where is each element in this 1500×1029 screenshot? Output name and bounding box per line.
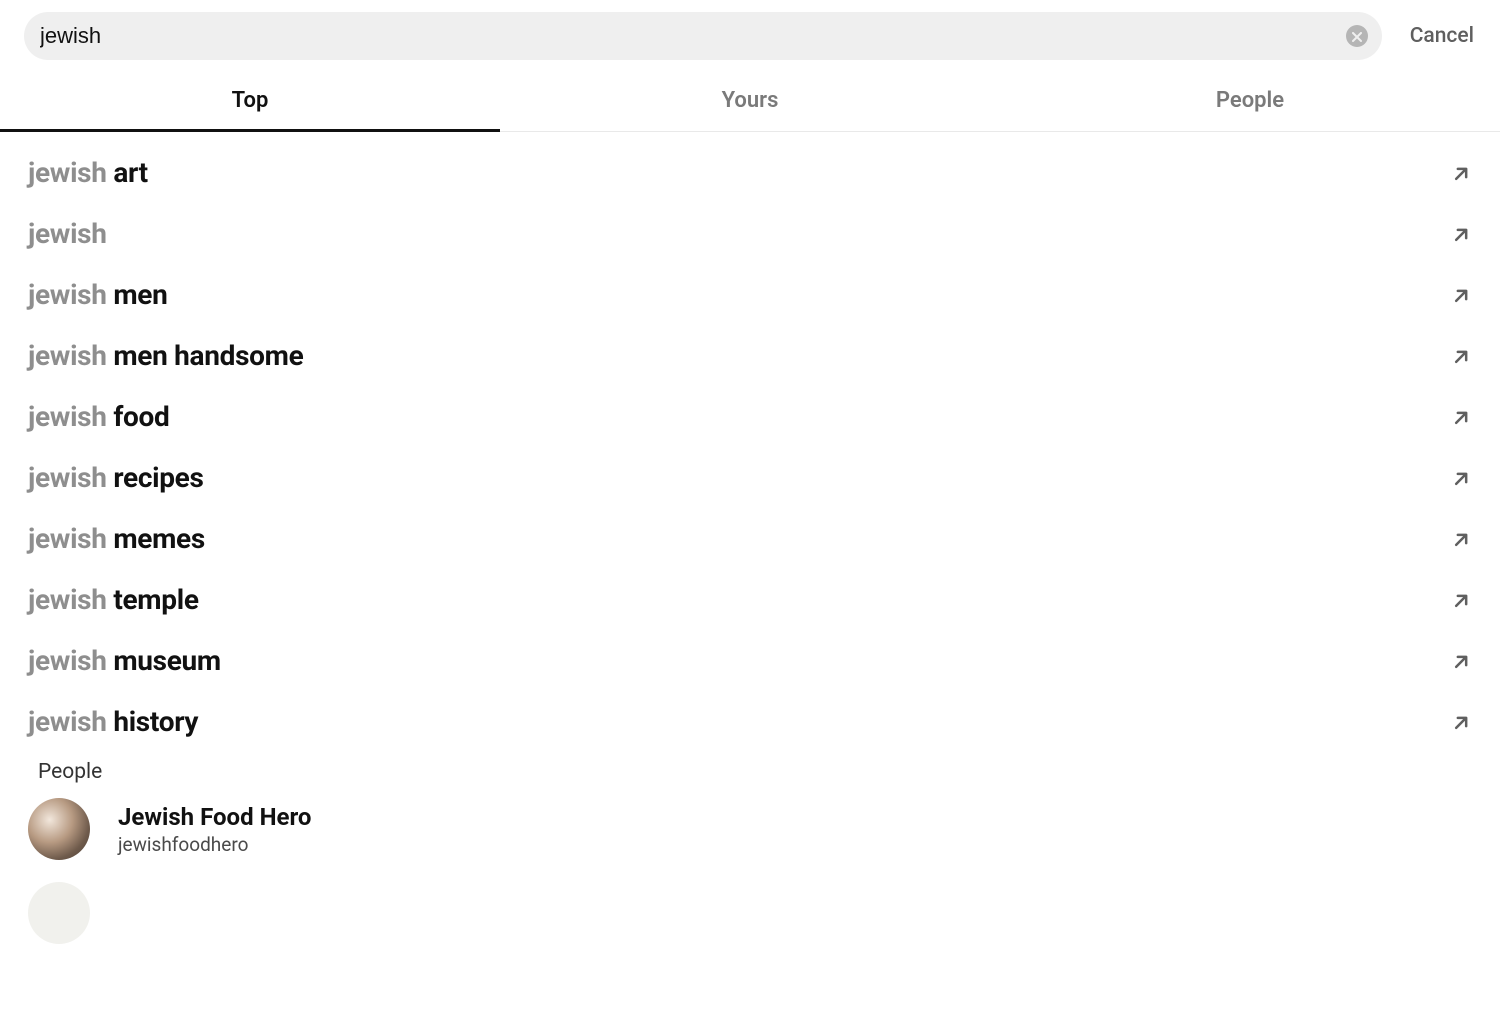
suggestions-list: jewish artjewishjewish menjewish men han… xyxy=(0,132,1500,752)
suggestion-text: jewish recipes xyxy=(28,461,204,494)
arrow-up-left-icon[interactable] xyxy=(1452,285,1472,305)
suggestion-completion: art xyxy=(107,156,148,189)
tab-yours[interactable]: Yours xyxy=(500,74,1000,131)
arrow-up-left-icon[interactable] xyxy=(1452,590,1472,610)
suggestion-text: jewish museum xyxy=(28,644,221,677)
arrow-up-left-icon[interactable] xyxy=(1452,346,1472,366)
suggestion-completion: food xyxy=(107,400,170,433)
suggestion-item[interactable]: jewish men xyxy=(0,264,1500,325)
suggestion-prefix: jewish xyxy=(28,522,107,555)
people-heading: People xyxy=(38,760,1500,784)
person-result[interactable]: Jewish Food Hero jewishfoodhero xyxy=(38,798,1500,860)
search-tabs: Top Yours People xyxy=(0,74,1500,132)
suggestion-prefix: jewish xyxy=(28,705,107,738)
tab-top[interactable]: Top xyxy=(0,74,500,131)
avatar xyxy=(28,882,90,944)
arrow-up-left-icon[interactable] xyxy=(1452,163,1472,183)
cancel-button[interactable]: Cancel xyxy=(1394,24,1490,48)
suggestion-completion: temple xyxy=(107,583,199,616)
arrow-up-left-icon[interactable] xyxy=(1452,407,1472,427)
suggestion-completion: men xyxy=(107,278,168,311)
suggestion-prefix: jewish xyxy=(28,339,107,372)
suggestion-prefix: jewish xyxy=(28,583,107,616)
suggestion-prefix: jewish xyxy=(28,217,107,250)
suggestion-completion: recipes xyxy=(107,461,204,494)
suggestion-text: jewish food xyxy=(28,400,170,433)
suggestion-item[interactable]: jewish art xyxy=(0,142,1500,203)
arrow-up-left-icon[interactable] xyxy=(1452,529,1472,549)
suggestion-prefix: jewish xyxy=(28,400,107,433)
suggestion-item[interactable]: jewish recipes xyxy=(0,447,1500,508)
suggestion-prefix: jewish xyxy=(28,156,107,189)
suggestion-text: jewish history xyxy=(28,705,198,738)
suggestion-prefix: jewish xyxy=(28,461,107,494)
suggestion-item[interactable]: jewish temple xyxy=(0,569,1500,630)
suggestion-text: jewish temple xyxy=(28,583,199,616)
suggestion-item[interactable]: jewish men handsome xyxy=(0,325,1500,386)
suggestion-item[interactable]: jewish food xyxy=(0,386,1500,447)
arrow-up-left-icon[interactable] xyxy=(1452,224,1472,244)
suggestion-completion: museum xyxy=(107,644,221,677)
suggestion-text: jewish memes xyxy=(28,522,205,555)
arrow-up-left-icon[interactable] xyxy=(1452,468,1472,488)
person-handle: jewishfoodhero xyxy=(118,833,311,856)
person-info: Jewish Food Hero jewishfoodhero xyxy=(118,803,311,856)
people-section: People Jewish Food Hero jewishfoodhero xyxy=(0,752,1500,944)
suggestion-item[interactable]: jewish history xyxy=(0,691,1500,752)
tab-people[interactable]: People xyxy=(1000,74,1500,131)
suggestion-text: jewish men xyxy=(28,278,168,311)
clear-search-button[interactable] xyxy=(1346,25,1368,47)
suggestion-completion: men handsome xyxy=(107,339,304,372)
suggestion-item[interactable]: jewish xyxy=(0,203,1500,264)
close-icon xyxy=(1352,27,1362,46)
person-name: Jewish Food Hero xyxy=(118,803,311,831)
suggestion-text: jewish art xyxy=(28,156,148,189)
suggestion-text: jewish xyxy=(28,217,107,250)
avatar xyxy=(28,798,90,860)
search-box[interactable] xyxy=(24,12,1382,60)
suggestion-item[interactable]: jewish museum xyxy=(0,630,1500,691)
suggestion-text: jewish men handsome xyxy=(28,339,303,372)
search-input[interactable] xyxy=(40,23,1346,49)
arrow-up-left-icon[interactable] xyxy=(1452,651,1472,671)
suggestion-prefix: jewish xyxy=(28,644,107,677)
arrow-up-left-icon[interactable] xyxy=(1452,712,1472,732)
suggestion-completion: memes xyxy=(107,522,205,555)
suggestion-item[interactable]: jewish memes xyxy=(0,508,1500,569)
suggestion-prefix: jewish xyxy=(28,278,107,311)
search-bar-row: Cancel xyxy=(0,0,1500,60)
suggestion-completion: history xyxy=(107,705,199,738)
